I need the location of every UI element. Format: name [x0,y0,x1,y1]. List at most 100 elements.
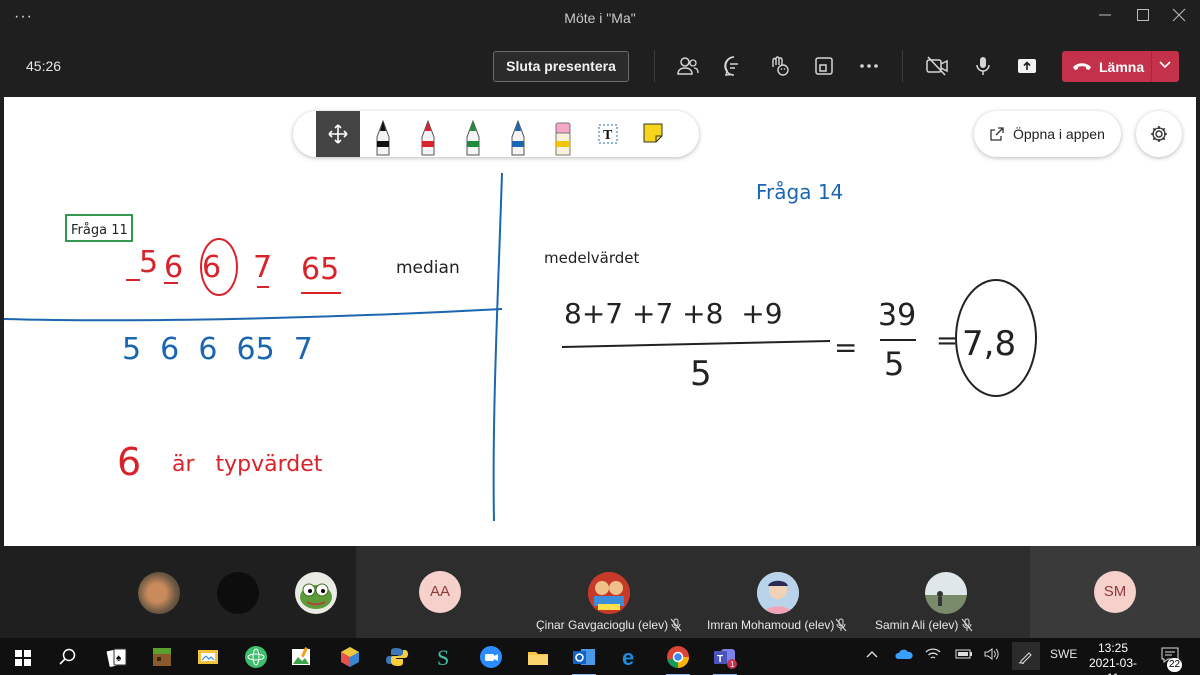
sum-numerator: 8+7 +7 +8 +9 [564,297,783,330]
chrome-icon[interactable] [664,643,692,675]
microphone-icon[interactable] [969,52,997,80]
svg-text:T: T [717,654,723,665]
notification-count: 22 [1167,658,1182,672]
camera-off-icon[interactable] [923,52,951,80]
paint-icon[interactable] [287,643,315,671]
onedrive-icon[interactable] [895,647,913,664]
whiteboard-canvas[interactable]: Fråga 11 5 6 6 7 65 median 5 6 6 65 7 6 … [4,97,1196,546]
leave-label: Lämna [1099,59,1145,75]
fraction-numerator: 39 [878,298,916,333]
avatar [925,572,967,614]
minecraft-icon[interactable] [148,643,176,671]
red-num-5: 65 [301,252,339,287]
red-num-3: 6 [202,250,221,285]
outlook-icon[interactable] [570,643,598,675]
participant-name: Imran Mohamoud (elev) [707,618,835,632]
leave-button[interactable]: Lämna [1062,51,1179,82]
gear-icon [1151,126,1167,142]
maximize-icon[interactable] [1130,6,1156,30]
zoom-icon[interactable] [477,643,505,671]
stop-presenting-button[interactable]: Sluta presentera [493,51,629,82]
solitaire-icon[interactable]: ♠ [103,643,131,671]
chevron-down-icon[interactable] [1158,57,1172,74]
green-pen-icon[interactable] [451,111,495,157]
photo-avatar-1[interactable] [138,572,180,614]
horizontal-divider-line [4,308,503,322]
more-actions-icon[interactable] [855,52,883,80]
participant-tile-samin[interactable]: Samin Ali (elev) [861,546,1030,638]
python-icon[interactable] [383,643,411,671]
participant-tile-cinar[interactable]: Çinar Gavgacioglu (elev) [524,546,693,638]
photo-avatar-2[interactable] [217,572,259,614]
s-app-icon[interactable]: S [430,643,458,671]
toolbar-divider [902,50,903,82]
mic-off-icon [670,618,682,632]
reactions-icon[interactable] [765,52,793,80]
red-num-2: 6 [164,250,183,285]
whiteboard-ink: Fråga 11 5 6 6 7 65 median 5 6 6 65 7 6 … [4,172,1037,522]
meeting-timer: 45:26 [26,58,62,74]
close-icon[interactable] [1166,6,1192,30]
mode-text: är typvärdet [172,452,323,477]
sticky-note-icon[interactable] [631,111,675,157]
input-language[interactable]: SWE [1050,647,1077,661]
svg-text:S: S [437,645,449,670]
share-tray-icon[interactable] [1013,52,1041,80]
pen-workspace-icon[interactable] [1012,642,1040,670]
q14-label: Fråga 14 [756,180,843,204]
clock-time: 13:25 [1097,641,1129,655]
red-num-4: 7 [253,250,272,285]
participants-strip: AA Çinar Gavgacioglu (elev) Imran Mohamo… [0,546,1200,638]
search-icon[interactable] [54,643,82,671]
move-tool-icon[interactable] [316,111,360,157]
clock-date: 2021-03-11 [1088,656,1138,675]
whiteboard-settings-button[interactable] [1136,111,1182,157]
teams-icon[interactable]: T1 [711,643,739,675]
red-num-1: 5 [139,245,158,280]
toolbar-divider [654,50,655,82]
svg-text:♠: ♠ [116,653,122,664]
highlighter-icon[interactable] [541,111,585,157]
svg-text:e: e [622,645,634,670]
blue-pen-icon[interactable] [496,111,540,157]
photos-app-icon[interactable] [194,643,222,671]
participant-tile-imran[interactable]: Imran Mohamoud (elev) [693,546,861,638]
frog-avatar[interactable] [295,572,337,614]
battery-icon[interactable] [955,647,973,664]
hang-up-icon [1073,63,1091,70]
chevron-up-icon[interactable] [865,647,879,664]
open-in-app-button[interactable]: Öppna i appen [974,111,1121,157]
windows-start-icon[interactable] [9,643,37,671]
title-bar: ··· Möte i "Ma" [0,0,1200,36]
mic-off-icon [961,618,973,632]
mean-word: medelvärdet [544,249,639,267]
file-explorer-icon[interactable] [524,643,552,671]
app-cube-icon[interactable] [336,643,364,671]
vertical-divider-line [492,172,503,522]
participants-icon[interactable] [674,52,702,80]
black-pen-icon[interactable] [361,111,405,157]
participant-name: Samin Ali (elev) [875,618,959,632]
avatar-initials: AA [419,571,461,613]
mic-off-icon [835,618,847,632]
fraction-denominator: 5 [884,345,904,383]
wifi-icon[interactable] [925,647,941,664]
window-title: Möte i "Ma" [564,10,636,26]
system-clock[interactable]: 13:25 2021-03-11 [1084,641,1142,675]
text-tool-icon[interactable]: T [586,111,630,157]
fraction-bar-1 [561,340,831,348]
minimize-icon[interactable] [1092,6,1118,30]
mode-number: 6 [117,440,141,484]
participant-tile-sm[interactable]: SM [1030,546,1200,638]
participant-tile-aa[interactable]: AA [356,546,524,638]
atom-app-icon[interactable] [242,643,270,671]
rooms-icon[interactable] [810,52,838,80]
chat-icon[interactable] [720,52,748,80]
edge-icon[interactable]: e [617,643,645,671]
result-value: 7,8 [962,324,1016,364]
volume-icon[interactable] [984,647,1000,664]
sum-denominator: 5 [690,354,712,394]
open-external-icon [990,127,1004,141]
open-in-app-label: Öppna i appen [1013,126,1105,142]
red-pen-icon[interactable] [406,111,450,157]
